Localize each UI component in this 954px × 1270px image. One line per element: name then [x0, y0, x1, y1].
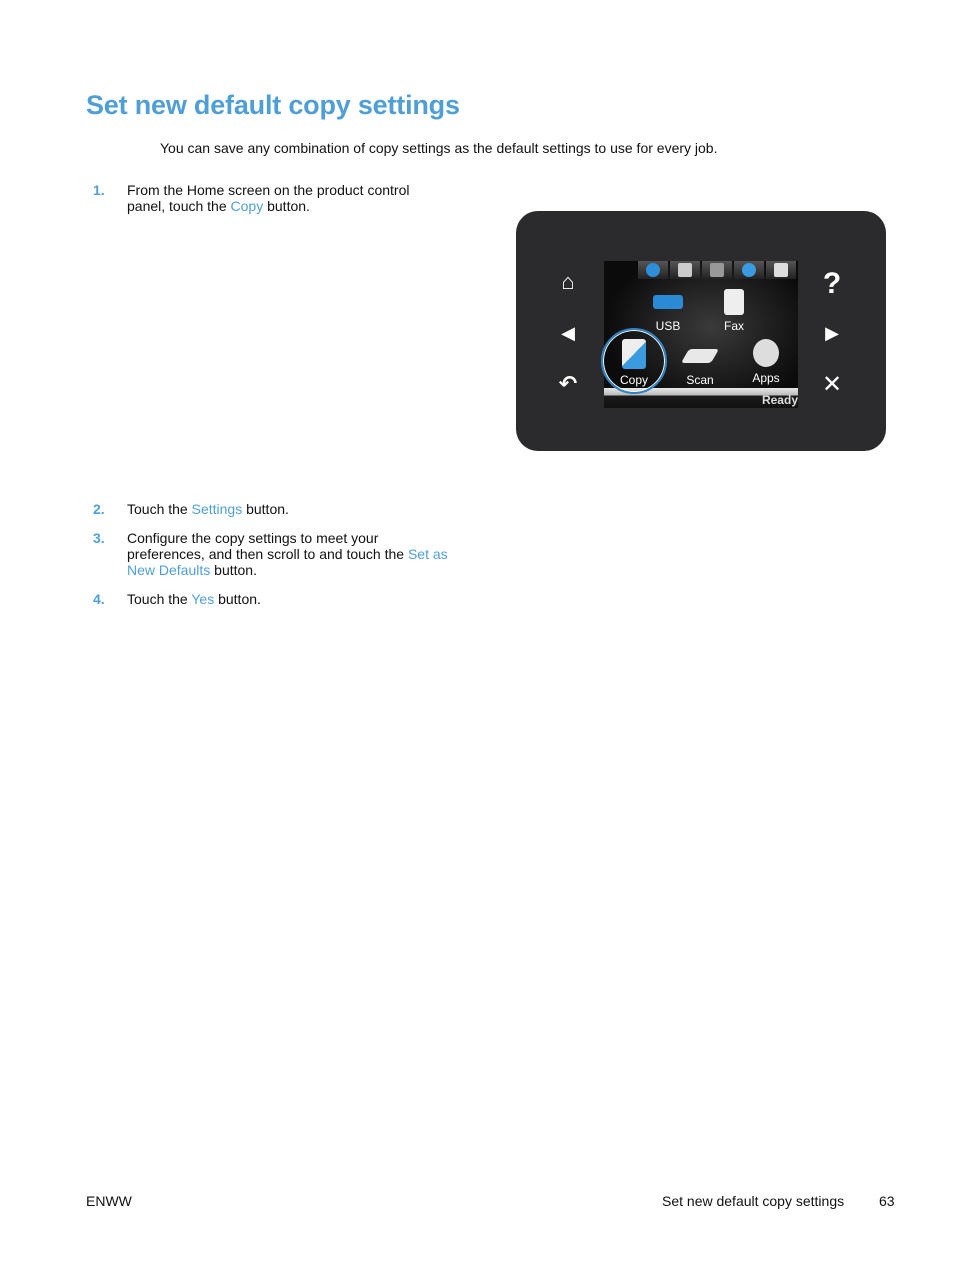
- step-number: 4.: [93, 591, 105, 607]
- setup-icon: [670, 261, 700, 279]
- cancel-icon: ✕: [821, 371, 843, 398]
- page-number: 63: [879, 1193, 895, 1209]
- hp-eprint-icon: [734, 261, 764, 279]
- supplies-icon: [766, 261, 796, 279]
- scan-app[interactable]: Scan: [672, 339, 728, 387]
- apps-app[interactable]: Apps: [738, 339, 794, 385]
- home-icon: ⌂: [561, 269, 575, 294]
- scan-icon: [680, 349, 720, 363]
- step-number: 3.: [93, 530, 105, 546]
- help-icon: ?: [822, 267, 842, 300]
- step-number: 2.: [93, 501, 105, 517]
- intro-paragraph: You can save any combination of copy set…: [160, 140, 718, 156]
- footer-left: ENWW: [86, 1193, 132, 1209]
- fax-app[interactable]: Fax: [706, 289, 762, 333]
- yes-link[interactable]: Yes: [191, 591, 214, 607]
- usb-icon: [653, 295, 683, 309]
- step-number: 1.: [93, 182, 105, 198]
- footer-section-title: Set new default copy settings: [662, 1193, 845, 1209]
- back-arrow-icon: ◀: [561, 323, 575, 343]
- web-services-icon: [638, 261, 668, 279]
- usb-app[interactable]: USB: [640, 289, 696, 333]
- forward-arrow-icon: ▶: [825, 323, 839, 343]
- control-panel-image: ⌂ ◀ ↶ ? ▶ ✕ USB Fax Copy Scan Apps Ready: [516, 211, 886, 451]
- fax-icon: [724, 289, 744, 315]
- apps-icon: [753, 339, 779, 367]
- status-text: Ready: [761, 393, 798, 407]
- top-icon-bar: [638, 261, 796, 279]
- settings-link[interactable]: Settings: [192, 501, 243, 517]
- page-title: Set new default copy settings: [86, 90, 460, 120]
- copy-highlight-circle: [601, 328, 667, 394]
- wireless-icon: [702, 261, 732, 279]
- copy-link[interactable]: Copy: [231, 198, 264, 214]
- return-icon: ↶: [558, 371, 578, 396]
